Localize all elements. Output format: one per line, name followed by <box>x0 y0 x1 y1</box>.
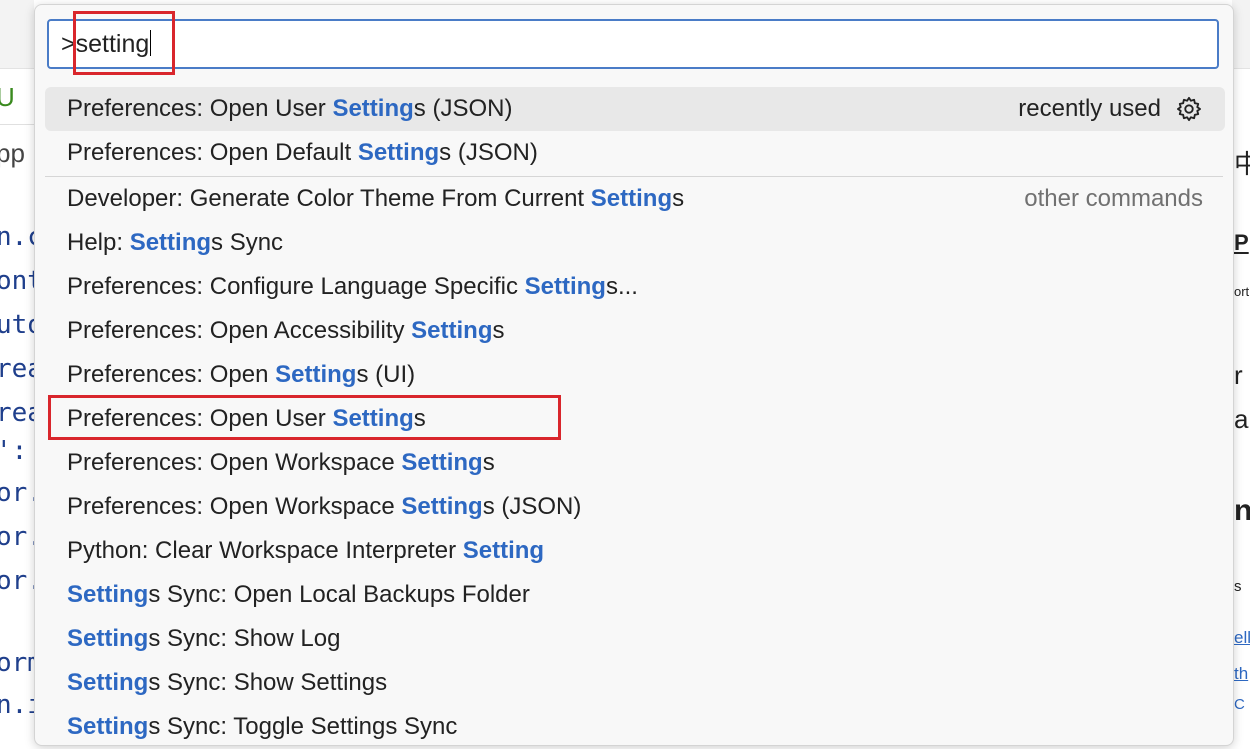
command-label: Settings Sync: Open Local Backups Folder <box>67 581 530 608</box>
command-label: Preferences: Open User Settings (JSON) <box>67 95 513 122</box>
command-item-settings-sync-log[interactable]: Settings Sync: Show Log <box>45 617 1225 661</box>
command-label: Preferences: Open Settings (UI) <box>67 361 416 388</box>
command-item-configure-language-settings[interactable]: Preferences: Configure Language Specific… <box>45 265 1225 309</box>
command-label: Settings Sync: Toggle Settings Sync <box>67 713 458 740</box>
panel-fragment: s <box>1234 578 1242 595</box>
panel-fragment: r <box>1234 360 1243 390</box>
command-palette-input-value: >setting <box>61 30 150 58</box>
editor-fragment: rea <box>0 354 34 384</box>
command-item-open-workspace-settings-json[interactable]: Preferences: Open Workspace Settings (JS… <box>45 485 1225 529</box>
panel-fragment: C <box>1234 696 1245 713</box>
text-caret <box>150 30 152 56</box>
recently-used-label: recently used <box>1018 95 1161 122</box>
editor-fragment: pp <box>0 138 25 168</box>
panel-link-fragment[interactable]: th <box>1234 664 1248 684</box>
command-item-open-accessibility-settings[interactable]: Preferences: Open Accessibility Settings <box>45 309 1225 353</box>
command-item-settings-sync-show-settings[interactable]: Settings Sync: Show Settings <box>45 661 1225 705</box>
editor-fragment: n.i <box>0 690 34 716</box>
editor-tab-strip <box>0 0 34 69</box>
editor-fragment: or. <box>0 566 34 596</box>
editor-fragment: U <box>0 82 15 112</box>
command-item-settings-sync-backups[interactable]: Settings Sync: Open Local Backups Folder <box>45 573 1225 617</box>
command-palette: >setting Preferences: Open User Settings… <box>34 4 1234 746</box>
editor-fragment: or. <box>0 478 34 508</box>
panel-fragment: ng <box>1234 494 1250 527</box>
command-item-open-user-settings-json[interactable]: Preferences: Open User Settings (JSON) r… <box>45 87 1225 131</box>
editor-fragment: uto <box>0 310 34 340</box>
editor-divider <box>0 124 34 125</box>
background-editor: U pp n.c ont uto rea rea ': or. or. or. … <box>0 0 34 716</box>
command-meta: recently used <box>1018 95 1203 123</box>
panel-tab-strip <box>1232 0 1250 69</box>
command-label: Preferences: Open User Settings <box>67 405 426 432</box>
command-label: Preferences: Open Workspace Settings (JS… <box>67 493 582 520</box>
panel-fragment: 中 <box>1234 149 1250 179</box>
command-item-open-settings-ui[interactable]: Preferences: Open Settings (UI) <box>45 353 1225 397</box>
command-label: Developer: Generate Color Theme From Cur… <box>67 185 685 212</box>
panel-fragment: ort <box>1234 284 1250 299</box>
panel-fragment: P <box>1234 230 1249 255</box>
editor-fragment: ont <box>0 266 34 296</box>
command-label: Settings Sync: Show Settings <box>67 669 388 696</box>
editor-fragment: rea <box>0 398 34 428</box>
command-palette-input[interactable]: >setting <box>47 19 1219 69</box>
command-item-open-default-settings-json[interactable]: Preferences: Open Default Settings (JSON… <box>45 131 1225 175</box>
panel-link-fragment[interactable]: elli <box>1234 628 1250 648</box>
command-label: Preferences: Open Accessibility Settings <box>67 317 505 344</box>
command-item-settings-sync-toggle[interactable]: Settings Sync: Toggle Settings Sync <box>45 705 1225 749</box>
command-label: Preferences: Open Workspace Settings <box>67 449 495 476</box>
command-item-help-settings-sync[interactable]: Help: Settings Sync <box>45 221 1225 265</box>
other-commands-label: other commands <box>1024 185 1203 212</box>
editor-fragment: ': <box>0 436 28 466</box>
command-label: Python: Clear Workspace Interpreter Sett… <box>67 537 545 564</box>
command-label: Preferences: Open Default Settings (JSON… <box>67 139 538 166</box>
command-item-generate-color-theme[interactable]: Developer: Generate Color Theme From Cur… <box>45 177 1225 221</box>
command-item-open-user-settings[interactable]: Preferences: Open User Settings <box>45 397 1225 441</box>
command-label: Help: Settings Sync <box>67 229 284 256</box>
command-item-clear-interpreter-setting[interactable]: Python: Clear Workspace Interpreter Sett… <box>45 529 1225 573</box>
command-item-open-workspace-settings[interactable]: Preferences: Open Workspace Settings <box>45 441 1225 485</box>
editor-fragment: orm <box>0 648 34 678</box>
editor-fragment: n.c <box>0 222 34 252</box>
background-panel: 中 P ort r ar ng s elli th C <box>1232 0 1250 716</box>
command-label: Preferences: Configure Language Specific… <box>67 273 638 300</box>
panel-fragment: ar <box>1234 404 1250 434</box>
editor-fragment: or. <box>0 522 34 552</box>
command-label: Settings Sync: Show Log <box>67 625 341 652</box>
gear-icon[interactable] <box>1175 95 1203 123</box>
